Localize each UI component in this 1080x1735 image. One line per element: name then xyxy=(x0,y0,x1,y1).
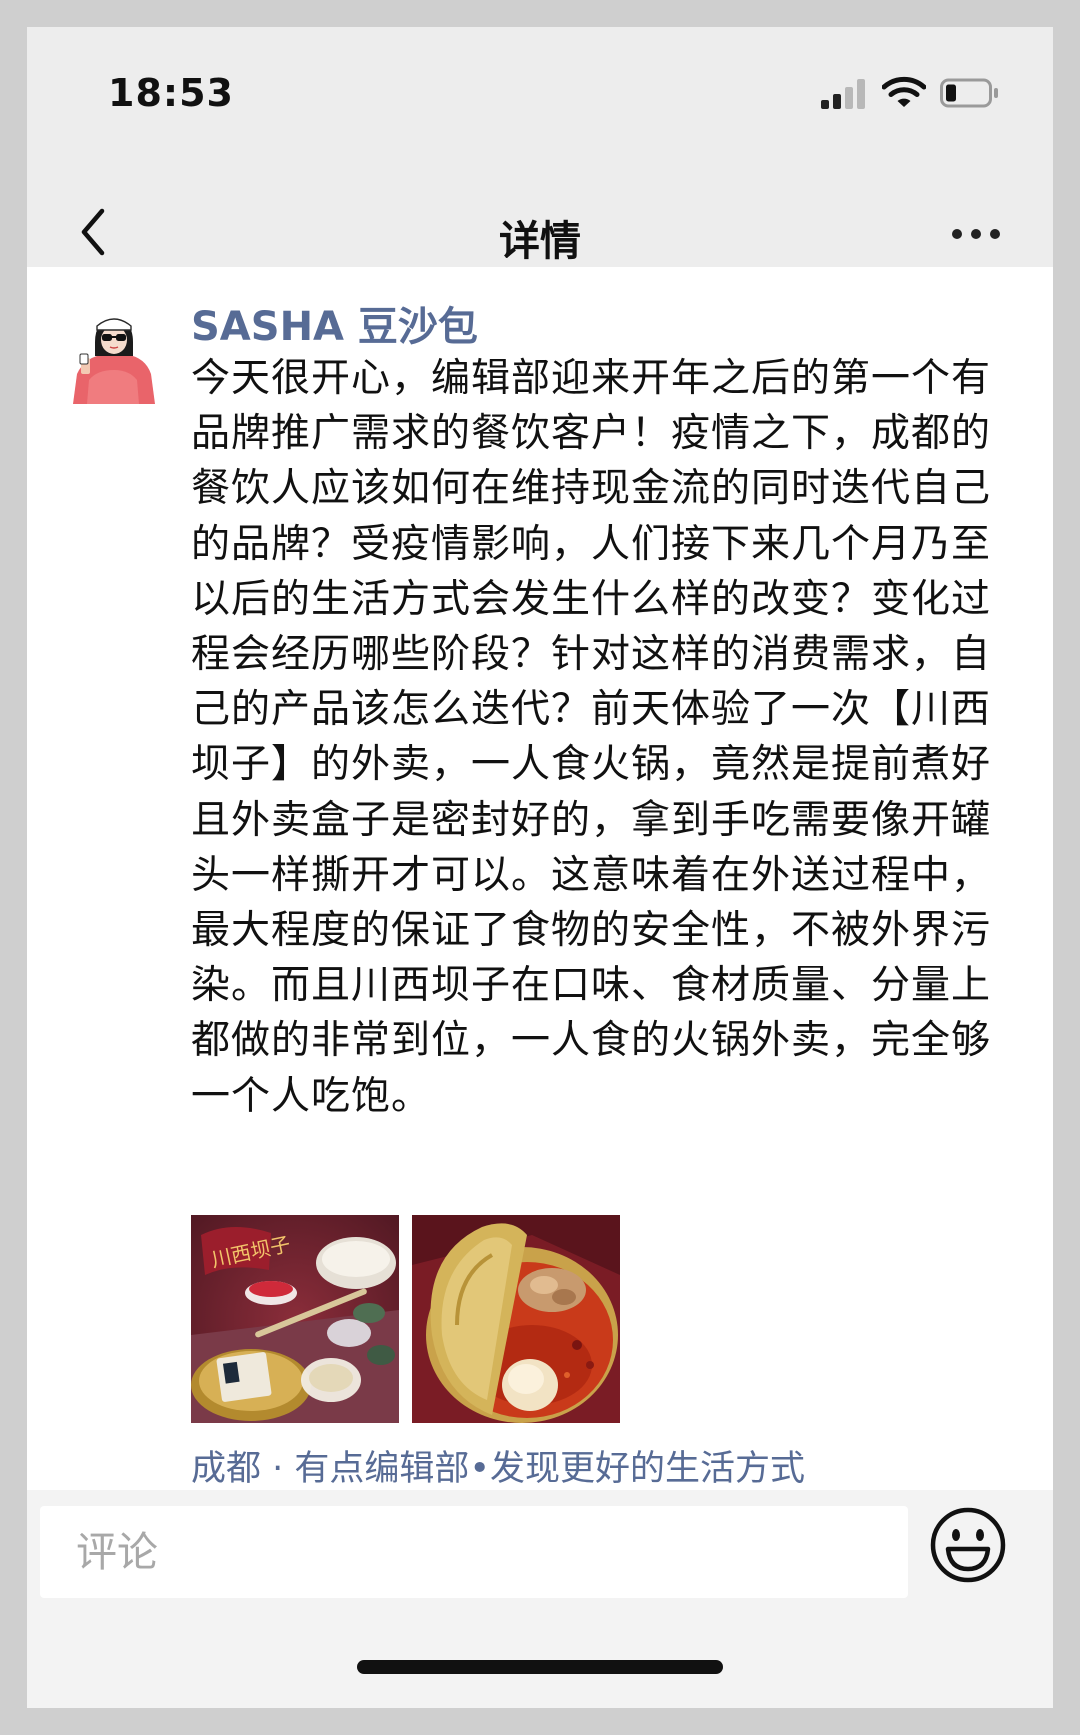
cellular-signal-icon xyxy=(821,79,867,109)
location-link[interactable]: 成都 · 有点编辑部•发现更好的生活方式 xyxy=(191,1440,805,1491)
post-text: 今天很开心，编辑部迎来开年之后的第一个有品牌推广需求的餐饮客户！疫情之下，成都的… xyxy=(191,356,992,1119)
post-photo-1[interactable]: 川西坝子 xyxy=(191,1215,399,1423)
post-photo-2[interactable] xyxy=(412,1215,620,1423)
more-dots-icon xyxy=(952,229,962,239)
author-name[interactable]: SASHA 豆沙包 xyxy=(191,294,478,352)
comment-input[interactable] xyxy=(40,1506,908,1598)
emoji-button[interactable] xyxy=(928,1505,1008,1585)
page-title: 详情 xyxy=(499,217,581,265)
battery-icon xyxy=(940,78,998,108)
top-bar: 18:53 详情 xyxy=(27,27,1053,267)
wifi-icon xyxy=(882,76,926,107)
comment-bar xyxy=(27,1490,1053,1708)
phone-screen: 18:53 详情 SASHA 豆沙包 今天很开心，编辑部迎来开年之后的第一个有品… xyxy=(27,27,1053,1708)
smiley-face-icon xyxy=(930,1507,1006,1583)
avatar[interactable] xyxy=(67,310,161,404)
home-indicator xyxy=(357,1660,723,1674)
more-button[interactable] xyxy=(952,222,1012,246)
status-time: 18:53 xyxy=(108,71,234,115)
avatar-image xyxy=(67,310,161,404)
